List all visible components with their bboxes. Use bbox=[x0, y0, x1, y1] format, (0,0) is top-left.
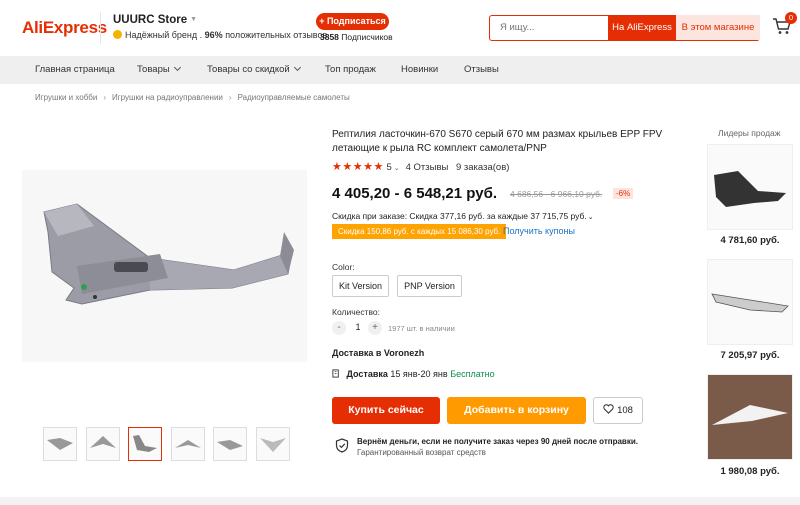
nav-new[interactable]: Новинки bbox=[401, 56, 438, 84]
positive-text: положительных отзывов bbox=[225, 30, 328, 40]
page-bottom-bar bbox=[0, 497, 800, 505]
add-to-cart-button[interactable]: Добавить в корзину bbox=[447, 397, 586, 424]
flying-wing-image bbox=[43, 203, 294, 305]
get-coupons-link[interactable]: Получить купоны bbox=[503, 226, 575, 236]
thumbnail[interactable] bbox=[43, 427, 77, 461]
medal-icon bbox=[113, 30, 122, 39]
search-box: На AliExpress В этом магазине bbox=[489, 15, 760, 41]
order-discount[interactable]: Скидка при заказе: Скидка 377,16 руб. за… bbox=[332, 211, 594, 221]
wishlist-button[interactable]: 108 bbox=[593, 397, 643, 424]
header: AliExpress UUURC Store ▼ Надёжный бренд .… bbox=[0, 0, 800, 56]
delivery-icon bbox=[332, 369, 339, 378]
breadcrumb-item[interactable]: Радиоуправляемые самолеты bbox=[238, 93, 350, 102]
quantity-minus-button[interactable]: - bbox=[332, 321, 346, 335]
coupon-badge: Скидка 150,86 руб. с каждых 15 086,30 ру… bbox=[332, 224, 507, 239]
quantity-label: Количество: bbox=[332, 307, 381, 317]
wishlist-count: 108 bbox=[617, 405, 633, 416]
old-price: 4 686,56 - 6 966,10 руб. bbox=[510, 189, 603, 199]
bestsellers-title: Лидеры продаж bbox=[718, 128, 781, 138]
thumbnail-active[interactable] bbox=[128, 427, 162, 461]
positive-percent: 96% bbox=[204, 30, 223, 40]
option-kit-version[interactable]: Kit Version bbox=[332, 275, 389, 297]
heart-icon[interactable] bbox=[603, 404, 614, 414]
thumbnail[interactable] bbox=[256, 427, 290, 461]
nav-reviews[interactable]: Отзывы bbox=[464, 56, 499, 84]
nav-top-sales[interactable]: Топ продаж bbox=[325, 56, 376, 84]
stock-available: 1977 шт. в наличии bbox=[388, 324, 455, 333]
rating-row: ★★★★★ 5 ⌄ 4 Отзывы 9 заказа(ов) bbox=[332, 160, 509, 173]
nav-home[interactable]: Главная страница bbox=[35, 56, 115, 84]
reviews-link[interactable]: 4 Отзывы bbox=[406, 162, 449, 173]
bestseller-price[interactable]: 1 980,08 руб. bbox=[707, 466, 793, 477]
search-aliexpress-button[interactable]: На AliExpress bbox=[608, 15, 676, 40]
delivery-label: Доставка bbox=[346, 369, 388, 379]
buy-now-button[interactable]: Купить сейчас bbox=[332, 397, 440, 424]
store-name[interactable]: UUURC Store ▼ bbox=[113, 14, 197, 26]
delivery-dates: 15 янв-20 янв bbox=[390, 369, 448, 379]
rating-value: 5 bbox=[386, 162, 392, 173]
store-name-text[interactable]: UUURC Store bbox=[113, 14, 187, 26]
nav-sale-products[interactable]: Товары со скидкой bbox=[207, 56, 301, 84]
cart-count-badge: 0 bbox=[785, 12, 797, 24]
product-title: Рептилия ласточкин-670 S670 серый 670 мм… bbox=[332, 129, 663, 154]
subscribers-label: Подписчиков bbox=[341, 32, 393, 42]
bestseller-image[interactable] bbox=[707, 144, 793, 230]
chevron-down-icon[interactable] bbox=[173, 63, 181, 72]
price: 4 405,20 - 6 548,21 руб. bbox=[332, 185, 498, 202]
subscribers-count: 3858 Подписчиков bbox=[320, 32, 393, 42]
star-rating-icon[interactable]: ★★★★★ bbox=[332, 161, 384, 173]
product-main-image[interactable] bbox=[22, 170, 307, 362]
bestseller-image[interactable] bbox=[707, 374, 793, 460]
brand-text: Надёжный бренд bbox=[125, 30, 198, 40]
caret-down-icon[interactable]: ▼ bbox=[190, 16, 197, 23]
breadcrumb-item[interactable]: Игрушки и хобби bbox=[35, 93, 97, 102]
chevron-down-icon[interactable]: ⌄ bbox=[588, 214, 594, 221]
store-nav: Главная страница Товары Товары со скидко… bbox=[0, 56, 800, 84]
header-divider bbox=[100, 12, 101, 44]
search-store-button[interactable]: В этом магазине bbox=[676, 15, 760, 40]
quantity-plus-button[interactable]: + bbox=[368, 321, 382, 335]
nav-sale-label[interactable]: Товары со скидкой bbox=[207, 64, 290, 75]
bestseller-image[interactable] bbox=[707, 259, 793, 345]
nav-products-label[interactable]: Товары bbox=[137, 64, 170, 75]
bestseller-price[interactable]: 7 205,97 руб. bbox=[707, 350, 793, 361]
guarantee-title: Вернём деньги, если не получите заказ че… bbox=[357, 437, 638, 446]
subscribe-button[interactable]: + Подписаться bbox=[316, 13, 389, 30]
search-input[interactable] bbox=[490, 16, 608, 39]
thumbnail[interactable] bbox=[86, 427, 120, 461]
breadcrumb-item[interactable]: Игрушки на радиоуправлении bbox=[112, 93, 223, 102]
thumbnail[interactable] bbox=[213, 427, 247, 461]
orders-count: 9 заказа(ов) bbox=[456, 162, 510, 173]
option-pnp-version[interactable]: PNP Version bbox=[397, 275, 462, 297]
thumbnail[interactable] bbox=[171, 427, 205, 461]
shield-icon bbox=[335, 438, 349, 453]
bestseller-price[interactable]: 4 781,60 руб. bbox=[707, 235, 793, 246]
aliexpress-logo[interactable]: AliExpress bbox=[22, 18, 107, 38]
breadcrumb-separator-icon: › bbox=[228, 93, 232, 102]
order-discount-text[interactable]: Скидка при заказе: Скидка 377,16 руб. за… bbox=[332, 211, 587, 221]
breadcrumb-separator-icon: › bbox=[103, 93, 106, 102]
guarantee-subtitle: Гарантированный возврат средств bbox=[357, 448, 486, 457]
chevron-down-icon[interactable]: ⌄ bbox=[394, 165, 400, 172]
subscribers-number: 3858 bbox=[320, 32, 339, 42]
color-label: Color: bbox=[332, 262, 355, 272]
delivery-free: Бесплатно bbox=[450, 369, 495, 379]
quantity-value[interactable]: 1 bbox=[352, 322, 364, 332]
discount-badge: -6% bbox=[613, 188, 634, 199]
chevron-down-icon[interactable] bbox=[293, 63, 301, 72]
delivery-info: Доставка 15 янв-20 янв Бесплатно bbox=[332, 369, 495, 379]
breadcrumb: Игрушки и хобби › Игрушки на радиоуправлен… bbox=[35, 93, 350, 102]
delivery-location[interactable]: Доставка в Voronezh bbox=[332, 348, 424, 358]
nav-products[interactable]: Товары bbox=[137, 56, 181, 84]
brand-line: Надёжный бренд . 96% положительных отзыв… bbox=[113, 30, 327, 40]
